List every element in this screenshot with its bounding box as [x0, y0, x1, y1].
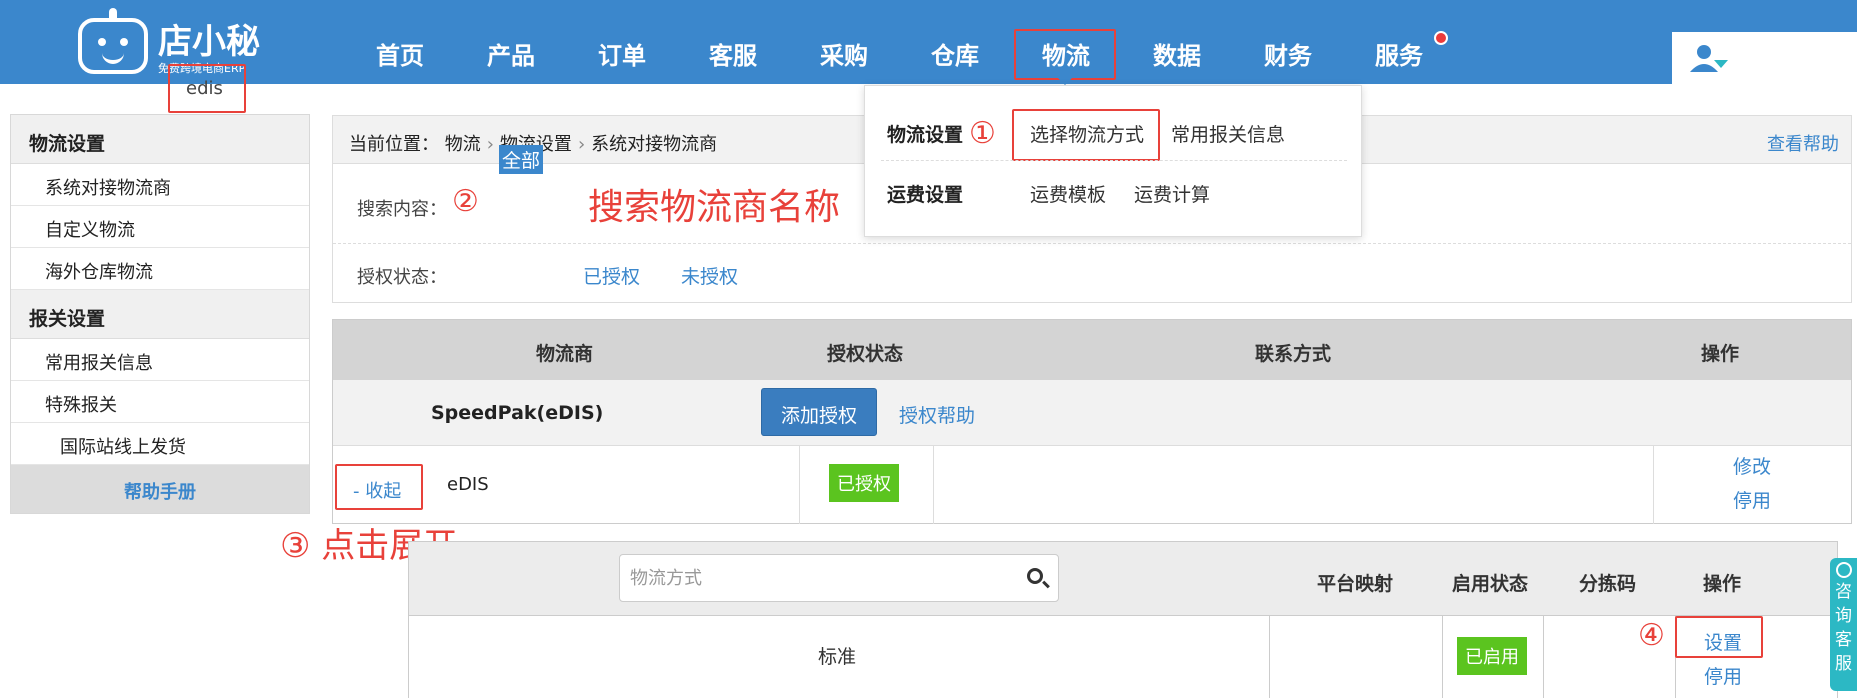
annotation-step4: ④ [1638, 618, 1665, 653]
notification-dot-icon [1434, 31, 1448, 45]
nav-caret-icon [1058, 78, 1072, 85]
annotation-step1: ① [969, 116, 996, 151]
dropdown-item-freight-template[interactable]: 运费模板 [1030, 180, 1106, 207]
help-link[interactable]: 查看帮助 [1767, 130, 1839, 156]
sidebar-item-common-customs[interactable]: 常用报关信息 [11, 339, 309, 381]
sidebar-item-system-carriers[interactable]: 系统对接物流商 [11, 164, 309, 206]
edit-link[interactable]: 修改 [1733, 452, 1771, 479]
column-divider [799, 446, 800, 524]
account-name: eDIS [447, 474, 489, 495]
sidebar-section-logistics: 物流设置 [11, 115, 309, 164]
method-search-input[interactable] [619, 554, 1059, 602]
nav-services[interactable]: 服务 [1375, 36, 1423, 71]
user-icon [1690, 45, 1728, 72]
nav-home[interactable]: 首页 [376, 36, 424, 71]
breadcrumb-label: 当前位置： [349, 134, 439, 155]
dropdown-item-freight-calc[interactable]: 运费计算 [1134, 180, 1210, 207]
nav-orders[interactable]: 订单 [598, 36, 646, 71]
nav-service[interactable]: 客服 [709, 36, 757, 71]
nav-logistics-highlight [1014, 29, 1116, 80]
column-divider [1543, 616, 1544, 698]
column-header-enable-status: 启用状态 [1452, 573, 1529, 595]
column-divider [1442, 616, 1443, 698]
auth-filter-all[interactable]: 全部 [499, 145, 544, 174]
method-name: 标准 [818, 646, 857, 668]
column-header-sort-code: 分拣码 [1579, 573, 1637, 595]
sidebar: 物流设置 系统对接物流商 自定义物流 海外仓库物流 报关设置 常用报关信息 特殊… [10, 114, 310, 514]
column-divider [933, 446, 934, 524]
nav-warehouse[interactable]: 仓库 [931, 36, 979, 71]
status-badge: 已授权 [829, 464, 899, 502]
disable-link[interactable]: 停用 [1733, 486, 1771, 513]
column-header-actions: 操作 [1703, 573, 1742, 595]
chat-icon [1835, 562, 1852, 578]
consult-label: 咨询客服 [1835, 582, 1852, 674]
sidebar-help-manual[interactable]: 帮助手册 [11, 465, 309, 513]
search-input[interactable]: edis [168, 64, 246, 113]
sidebar-item-custom-logistics[interactable]: 自定义物流 [11, 206, 309, 248]
breadcrumb-separator-icon: › [577, 134, 586, 155]
robot-face-icon [78, 18, 148, 74]
consult-service-button[interactable]: 咨询客服 [1830, 558, 1857, 691]
sidebar-item-intl-online-shipping[interactable]: 国际站线上发货 [11, 423, 309, 465]
user-panel[interactable] [1672, 32, 1857, 84]
sidebar-item-overseas-warehouse[interactable]: 海外仓库物流 [11, 248, 309, 290]
nav-finance[interactable]: 财务 [1264, 36, 1312, 71]
breadcrumb-separator-icon: › [486, 134, 494, 155]
auth-filter-row: 授权状态： [333, 244, 1851, 302]
column-divider [1269, 616, 1270, 698]
nav-purchase[interactable]: 采购 [820, 36, 868, 71]
disable-link[interactable]: 停用 [1704, 662, 1742, 689]
logo-name: 店小秘 [158, 22, 260, 62]
provider-table-header: 物流商 授权状态 联系方式 操作 [333, 320, 1851, 380]
method-table: 平台映射 启用状态 分拣码 操作 已启用 设置 停用 [408, 541, 1838, 698]
auth-filter-unauthorized[interactable]: 未授权 [681, 262, 738, 289]
provider-name: SpeedPak(eDIS) [431, 402, 604, 424]
table-row: 已启用 设置 停用 [409, 616, 1837, 698]
authorization-help-link[interactable]: 授权帮助 [899, 401, 975, 428]
auth-filter-label: 授权状态： [357, 267, 447, 288]
breadcrumb-item: 系统对接物流商 [591, 134, 718, 155]
nav-data[interactable]: 数据 [1153, 36, 1201, 71]
dropdown-item-select-method[interactable]: 选择物流方式 [1030, 120, 1144, 147]
provider-table: 物流商 授权状态 联系方式 操作 SpeedPak(eDIS) 添加授权 授权帮… [332, 319, 1852, 524]
column-header-actions: 操作 [1701, 343, 1740, 365]
sidebar-section-customs: 报关设置 [11, 290, 309, 339]
settings-highlight [1675, 616, 1763, 658]
collapse-button[interactable]: - 收起 [335, 464, 423, 510]
search-icon[interactable] [1027, 568, 1043, 584]
table-row: SpeedPak(eDIS) 添加授权 授权帮助 [333, 380, 1851, 446]
annotation-step2: ② [452, 184, 479, 219]
logistics-dropdown-menu: 物流设置 ① 选择物流方式 常用报关信息 运费设置 运费模板 运费计算 [864, 85, 1362, 237]
column-divider [1653, 446, 1654, 524]
dropdown-divider [881, 160, 1347, 161]
sidebar-item-special-customs[interactable]: 特殊报关 [11, 381, 309, 423]
status-badge: 已启用 [1457, 637, 1527, 675]
column-header-platform-mapping: 平台映射 [1317, 573, 1394, 595]
method-table-header: 平台映射 启用状态 分拣码 操作 [409, 542, 1837, 616]
dropdown-item-common-customs[interactable]: 常用报关信息 [1171, 120, 1285, 147]
column-header-auth-status: 授权状态 [827, 343, 904, 365]
breadcrumb-item[interactable]: 物流 [445, 134, 481, 155]
dropdown-group-freight: 运费设置 [887, 184, 964, 206]
dropdown-group-logistics: 物流设置 [887, 124, 964, 146]
search-label: 搜索内容： [357, 199, 447, 220]
column-header-carrier: 物流商 [536, 343, 594, 365]
nav-products[interactable]: 产品 [487, 36, 535, 71]
column-header-contact: 联系方式 [1255, 343, 1332, 365]
add-authorization-button[interactable]: 添加授权 [761, 388, 877, 436]
table-row: - 收起 eDIS 已授权 修改 停用 [333, 446, 1851, 524]
annotation-search-hint: 搜索物流商名称 [588, 187, 841, 228]
top-navigation-bar: 店小秘 免费跨境电商ERP 首页 产品 订单 客服 采购 仓库 物流 数据 财务… [0, 0, 1857, 85]
auth-filter-authorized[interactable]: 已授权 [583, 262, 640, 289]
